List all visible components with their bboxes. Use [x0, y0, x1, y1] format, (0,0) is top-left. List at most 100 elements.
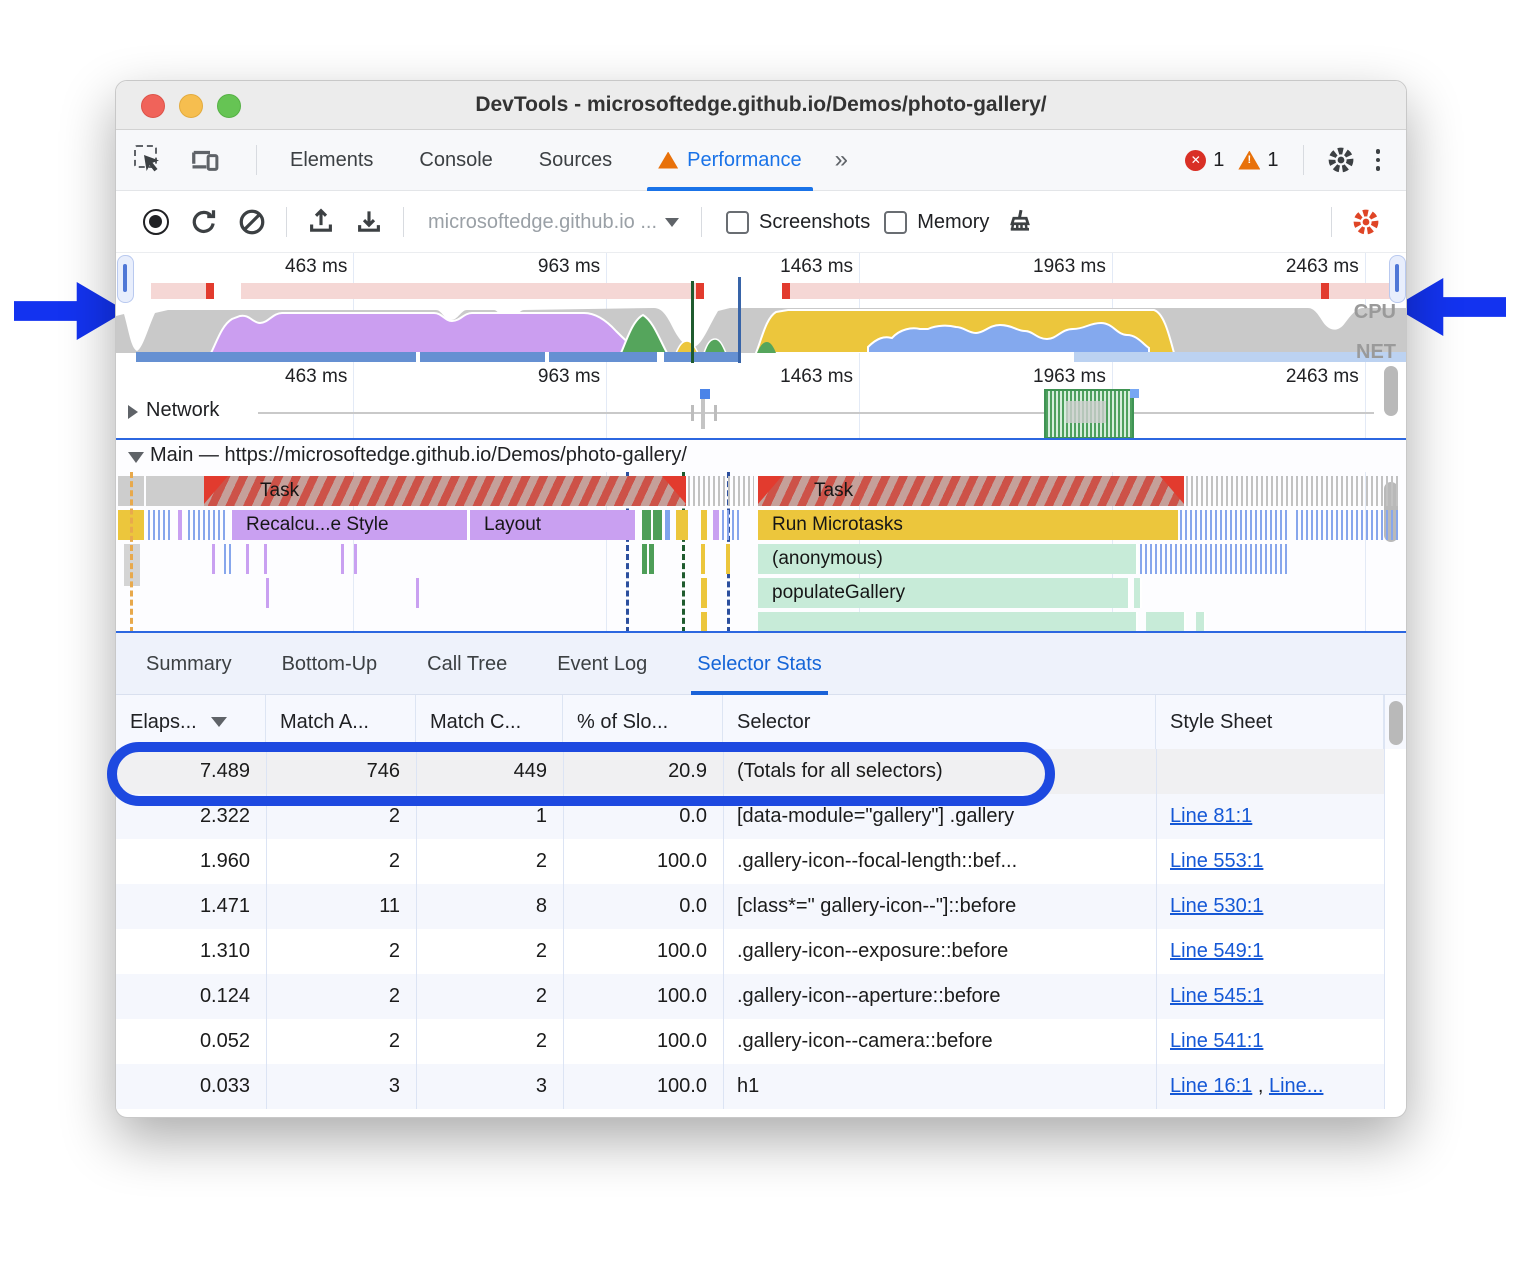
capture-settings-gear-icon[interactable] [1351, 207, 1381, 237]
run-microtasks-bar[interactable]: Run Microtasks [758, 510, 1178, 540]
settings-gear-icon[interactable] [1326, 145, 1356, 175]
cell-slow-pct: 100.0 [563, 1019, 723, 1064]
run-microtasks-label: Run Microtasks [758, 514, 903, 536]
table-scrollbar[interactable] [1389, 701, 1403, 745]
populate-gallery-bar[interactable]: populateGallery [758, 578, 1130, 608]
tab-sources[interactable]: Sources [516, 130, 635, 191]
tab-elements[interactable]: Elements [267, 130, 396, 191]
divider [403, 207, 404, 237]
style-sheet-link[interactable]: Line 553:1 [1170, 850, 1263, 872]
call-fragment [1196, 612, 1206, 633]
style-sheet-link[interactable]: Line 81:1 [1170, 805, 1252, 827]
style-sheet-link[interactable]: Line 530:1 [1170, 895, 1263, 917]
error-badge-icon[interactable]: ✕ [1185, 150, 1206, 171]
network-scrollbar[interactable] [1384, 366, 1398, 416]
collapse-main-icon[interactable] [128, 452, 144, 463]
long-task-bar[interactable]: Task [758, 476, 1184, 506]
table-row[interactable]: 1.96022100.0.gallery-icon--focal-length:… [116, 839, 1384, 884]
tab-console[interactable]: Console [396, 130, 515, 191]
style-sheet-link[interactable]: Line 545:1 [1170, 985, 1263, 1007]
layout-bar[interactable]: Layout [469, 510, 636, 540]
tab-bottom-up[interactable]: Bottom-Up [282, 633, 378, 695]
clear-recording-icon[interactable] [237, 207, 267, 237]
table-row[interactable]: 0.05222100.0.gallery-icon--camera::befor… [116, 1019, 1384, 1064]
recalc-style-bar[interactable]: Recalcu...e Style [231, 510, 468, 540]
table-row[interactable]: 1.4711180.0[class*=" gallery-icon--"]::b… [116, 884, 1384, 929]
cell-style-sheet: Line 553:1 [1156, 839, 1384, 884]
cell-match-attempts: 2 [266, 974, 416, 1019]
timeline-overview[interactable]: 463 ms963 ms1463 ms1963 ms2463 ms CP [116, 253, 1406, 363]
more-tabs-icon[interactable]: » [825, 146, 858, 174]
table-row[interactable]: 0.03333100.0h1Line 16:1 , Line... [116, 1064, 1384, 1109]
main-thread-track[interactable]: Main — https://microsoftedge.github.io/D… [116, 438, 1406, 633]
style-tick [416, 578, 419, 608]
net-bar [549, 352, 657, 362]
longtask-strip [790, 283, 1321, 299]
column-header[interactable]: Match A... [266, 695, 416, 749]
style-sheet-link[interactable]: Line 541:1 [1170, 1030, 1263, 1052]
flame-chart[interactable]: Task Task Recalcu...e Style Layout [116, 472, 1406, 633]
tab-selector-stats[interactable]: Selector Stats [697, 633, 822, 695]
cell-style-sheet: Line 545:1 [1156, 974, 1384, 1019]
long-task-bar[interactable]: Task [204, 476, 686, 506]
network-track-label: Network [146, 399, 219, 422]
table-row[interactable]: 0.12422100.0.gallery-icon--aperture::bef… [116, 974, 1384, 1019]
column-header[interactable]: Elaps... [116, 695, 266, 749]
history-dropdown[interactable]: microsoftedge.github.io ... [428, 211, 657, 234]
load-profile-icon[interactable] [306, 207, 336, 237]
longtask-strip [151, 283, 206, 299]
range-handle-left[interactable] [117, 255, 134, 303]
expand-network-icon[interactable] [128, 405, 138, 419]
range-handle-right[interactable] [1389, 255, 1406, 303]
record-button[interactable] [143, 209, 169, 235]
window-title: DevTools - microsoftedge.github.io/Demos… [116, 81, 1406, 129]
screenshots-checkbox[interactable] [726, 211, 749, 234]
menu-kebab-icon[interactable] [1368, 149, 1389, 171]
column-header[interactable]: Style Sheet [1156, 695, 1384, 749]
devtools-window: DevTools - microsoftedge.github.io/Demos… [115, 80, 1407, 1118]
network-ruler: 463 ms963 ms1463 ms1963 ms2463 ms [116, 363, 1406, 391]
save-profile-icon[interactable] [354, 207, 384, 237]
paint-tick [649, 544, 654, 574]
tab-summary[interactable]: Summary [146, 633, 232, 695]
task-fragments [1186, 476, 1398, 506]
table-row[interactable]: 1.31022100.0.gallery-icon--exposure::bef… [116, 929, 1384, 974]
paint-bar[interactable] [642, 510, 651, 540]
style-tick [354, 544, 357, 574]
warning-badge-icon[interactable] [1238, 151, 1260, 170]
memory-checkbox[interactable] [884, 211, 907, 234]
tab-event-log[interactable]: Event Log [557, 633, 647, 695]
cell-elapsed: 0.033 [116, 1064, 266, 1109]
longtask-marker [1321, 283, 1329, 299]
column-header[interactable]: Selector [723, 695, 1156, 749]
paint-bar[interactable] [653, 510, 662, 540]
cell-style-sheet [1156, 749, 1384, 794]
cpu-activity-chart [116, 300, 1406, 353]
screenshot-canvas: DevTools - microsoftedge.github.io/Demos… [0, 0, 1520, 1264]
net-bar [420, 352, 545, 362]
tab-performance[interactable]: Performance [635, 130, 825, 191]
style-sheet-link[interactable]: Line 16:1 [1170, 1075, 1252, 1097]
column-header[interactable]: % of Slo... [563, 695, 723, 749]
task-fragment[interactable] [146, 476, 204, 506]
chevron-down-icon [665, 218, 679, 227]
call-fragment [1134, 578, 1142, 608]
cell-match-attempts: 2 [266, 929, 416, 974]
anonymous-bar[interactable]: (anonymous) [758, 544, 1138, 574]
tab-call-tree[interactable]: Call Tree [427, 633, 507, 695]
collect-garbage-icon[interactable] [1005, 207, 1035, 237]
annotation-highlight-ring [107, 742, 1055, 806]
reload-and-record-icon[interactable] [189, 207, 219, 237]
cell-selector: h1 [723, 1064, 1156, 1109]
column-header[interactable]: Match C... [416, 695, 563, 749]
longtask-strip [241, 283, 696, 299]
devtools-tabbar: Elements Console Sources Performance » ✕… [116, 130, 1406, 191]
device-toolbar-icon[interactable] [190, 145, 220, 175]
style-sheet-link[interactable]: Line... [1269, 1075, 1323, 1097]
cell-selector: [class*=" gallery-icon--"]::before [723, 884, 1156, 929]
event-ticks [1180, 510, 1290, 540]
divider [1303, 145, 1304, 175]
style-sheet-link[interactable]: Line 549:1 [1170, 940, 1263, 962]
inspect-element-icon[interactable] [134, 145, 164, 175]
network-track[interactable]: 463 ms963 ms1463 ms1963 ms2463 ms Networ… [116, 363, 1406, 438]
